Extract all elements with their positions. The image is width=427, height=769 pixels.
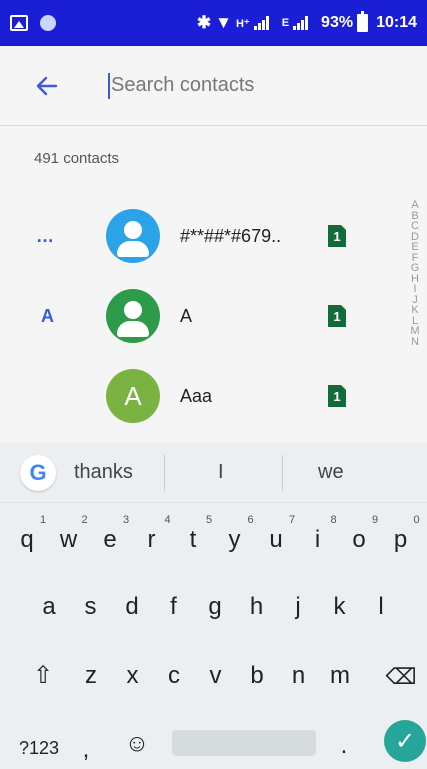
alphabet-index-letter[interactable]: A (408, 200, 422, 211)
key-x[interactable]: x (114, 662, 152, 690)
alphabet-index-letter[interactable]: C (408, 221, 422, 232)
alphabet-index-letter[interactable]: M (408, 326, 422, 337)
key-f[interactable]: f (155, 593, 193, 621)
contact-name: A (180, 305, 193, 326)
alphabet-index-letter[interactable]: E (408, 242, 422, 253)
key-s[interactable]: s (72, 593, 110, 621)
key-j[interactable]: j (279, 593, 317, 621)
key-k[interactable]: k (321, 593, 359, 621)
emoji-icon[interactable]: ☺ (118, 730, 156, 758)
key-m[interactable]: m (321, 662, 359, 690)
key-y[interactable]: y (216, 526, 254, 554)
key-number-hint: 6 (247, 514, 254, 526)
bluetooth-icon: ✱ (196, 13, 212, 32)
key-number-hint: 4 (164, 514, 171, 526)
alphabet-index[interactable]: ABCDEFGHIJKLMN (408, 200, 422, 347)
person-icon (106, 289, 160, 343)
contact-name: #**##*#679.. (180, 225, 282, 246)
contact-row[interactable]: A A 1 (0, 276, 400, 356)
key-number-hint: 1 (40, 514, 47, 526)
signal-icon-2 (293, 16, 311, 30)
key-g[interactable]: g (196, 593, 234, 621)
section-letter: A (41, 305, 54, 326)
section-letter: … (36, 225, 54, 246)
sim-card-icon: 1 (328, 305, 346, 327)
symbols-key[interactable]: ?123 (16, 738, 62, 759)
key-i[interactable]: i (299, 526, 337, 554)
gallery-notification-icon (10, 15, 28, 31)
google-icon[interactable]: G (20, 455, 56, 491)
key-v[interactable]: v (197, 662, 235, 690)
key-number-hint: 2 (81, 514, 88, 526)
key-z[interactable]: z (72, 662, 110, 690)
space-bar[interactable] (172, 730, 316, 756)
divider (164, 455, 165, 491)
search-placeholder: Search contacts (111, 74, 255, 96)
key-t[interactable]: t (174, 526, 212, 554)
network-type-label: H⁺ (235, 17, 250, 30)
contact-row[interactable]: A Aaa 1 (0, 356, 400, 436)
key-number-hint: 3 (123, 514, 130, 526)
key-n[interactable]: n (280, 662, 318, 690)
notification-dot-icon (40, 15, 56, 31)
shift-icon[interactable]: ⇧ (24, 661, 62, 690)
status-bar: ✱ ▼ H⁺ E 93% 10:14 (0, 0, 427, 46)
key-number-hint: 9 (372, 514, 379, 526)
done-check-icon[interactable]: ✓ (384, 720, 426, 762)
key-u[interactable]: u (257, 526, 295, 554)
divider (282, 455, 283, 491)
person-icon (106, 209, 160, 263)
suggestion-item[interactable]: I (218, 461, 224, 484)
signal-icon (253, 16, 272, 30)
sim-card-icon: 1 (328, 385, 346, 407)
alphabet-index-letter[interactable]: N (408, 336, 422, 348)
alphabet-index-letter[interactable]: K (408, 305, 422, 316)
search-input[interactable]: Search contacts (108, 72, 255, 99)
wifi-icon: ▼ (215, 13, 232, 32)
battery-percent: 93% (321, 14, 354, 31)
key-l[interactable]: l (362, 593, 400, 621)
backspace-icon[interactable]: ⌫ (382, 664, 420, 690)
key-d[interactable]: d (113, 593, 151, 621)
comma-key[interactable]: , (76, 736, 96, 764)
key-r[interactable]: r (133, 526, 171, 554)
key-p[interactable]: p (382, 526, 420, 554)
key-number-hint: 0 (413, 514, 420, 526)
contacts-search-screen: ✱ ▼ H⁺ E 93% 10:14 Search contacts 491 c… (0, 0, 427, 769)
key-number-hint: 5 (206, 514, 213, 526)
key-b[interactable]: b (238, 662, 276, 690)
period-key[interactable]: . (334, 732, 354, 760)
contact-row[interactable]: … #**##*#679.. 1 (0, 196, 400, 276)
suggestion-item[interactable]: thanks (74, 461, 133, 484)
key-c[interactable]: c (155, 662, 193, 690)
contact-count: 491 contacts (34, 150, 120, 167)
avatar-initial: A (106, 369, 160, 423)
sim-card-icon: 1 (328, 225, 346, 247)
text-cursor (108, 72, 110, 99)
suggestion-strip: G thanks I we (0, 443, 427, 503)
back-arrow-icon[interactable] (34, 73, 60, 99)
key-o[interactable]: o (340, 526, 378, 554)
contact-name: Aaa (180, 385, 213, 406)
key-w[interactable]: w (50, 526, 88, 554)
key-number-hint: 7 (289, 514, 296, 526)
network-type-label-2: E (281, 17, 290, 29)
alphabet-index-letter[interactable]: G (408, 263, 422, 274)
search-header: Search contacts (0, 46, 427, 126)
battery-charging-icon (357, 11, 369, 32)
suggestion-item[interactable]: we (318, 461, 344, 484)
key-h[interactable]: h (238, 593, 276, 621)
key-e[interactable]: e (91, 526, 129, 554)
key-q[interactable]: q (8, 526, 46, 554)
clock: 10:14 (376, 14, 417, 31)
key-number-hint: 8 (330, 514, 337, 526)
key-a[interactable]: a (30, 593, 68, 621)
alphabet-index-letter[interactable]: I (408, 284, 422, 295)
